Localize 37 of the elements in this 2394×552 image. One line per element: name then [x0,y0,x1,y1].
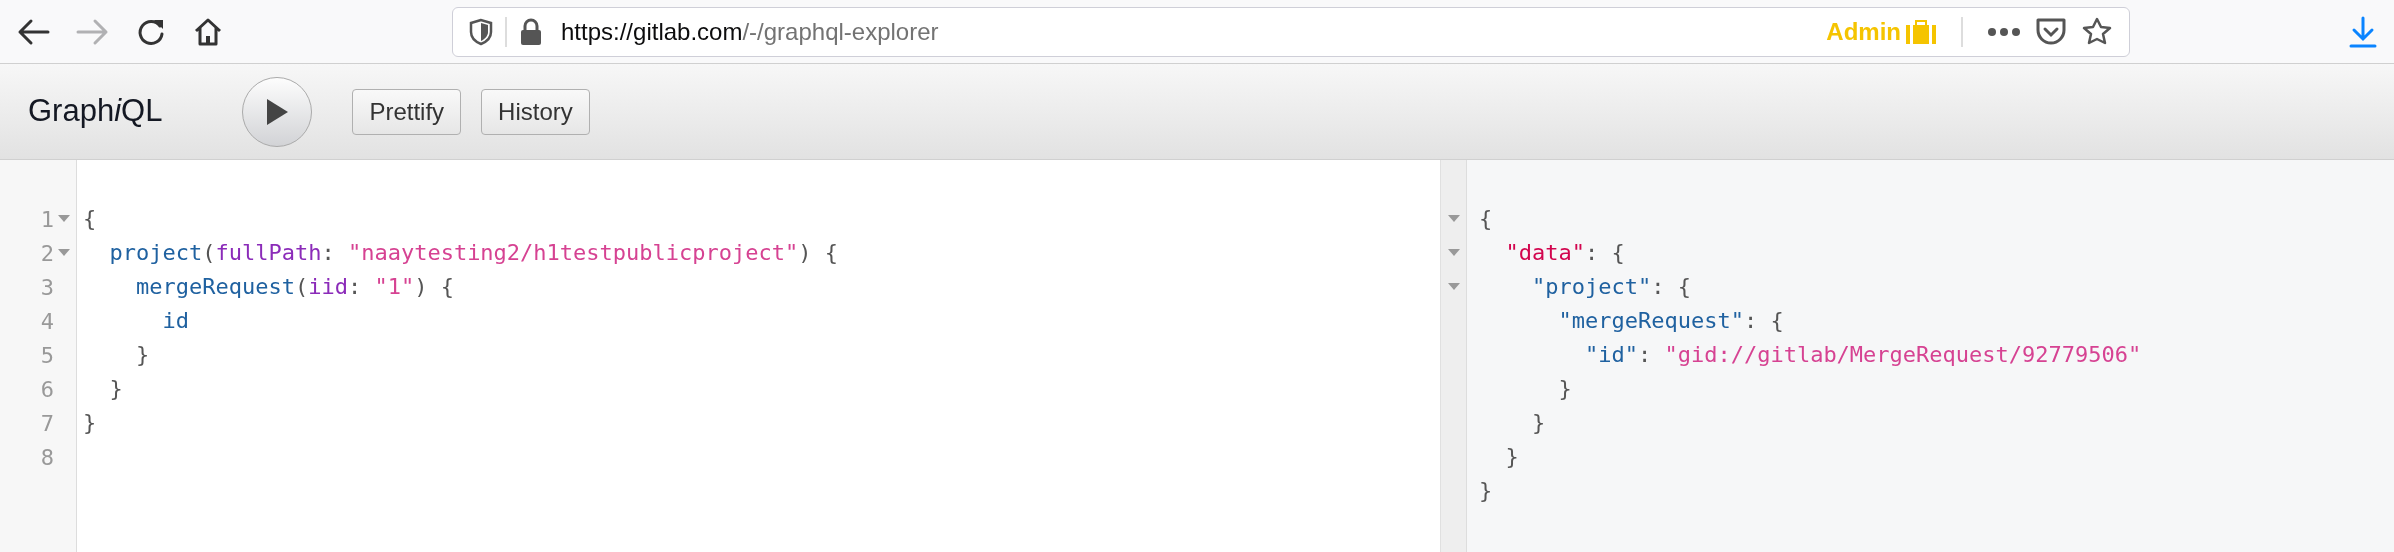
line-number: 7 [40,409,54,438]
code-line: "id": "gid://gitlab/MergeRequest/92779506" [1584,341,2142,369]
code-line: } [1505,443,1519,471]
url-text: https://gitlab.com/-/graphql-explorer [561,16,939,47]
line-number: 4 [40,307,54,336]
code-line: } [109,375,123,403]
more-icon[interactable] [1987,26,2021,37]
code-line: } [1531,409,1546,437]
line-number: 8 [40,443,54,472]
play-icon [265,97,290,126]
line-number: 1 [40,205,54,234]
app-title: GraphiQL [28,92,163,131]
code-line: } [135,341,150,369]
line-number: 3 [40,273,54,302]
pocket-icon[interactable] [2035,16,2067,47]
fold-arrow-icon[interactable] [57,248,71,258]
fold-arrow-icon[interactable] [57,214,71,224]
code-line: project(fullPath: "naaytesting2/h1testpublicproject") { [109,239,838,267]
code-line: "project": { [1531,273,1691,301]
code-line: } [1479,477,1493,505]
download-icon[interactable] [2348,15,2378,48]
code-line: "mergeRequest": { [1558,307,1784,335]
line-number: 2 [40,239,54,268]
code-line: } [1558,375,1572,403]
code-line: mergeRequest(iid: "1") { [135,273,454,301]
code-line: { [1479,205,1493,233]
code-line: { [83,205,97,233]
toolbar-button[interactable]: History [481,88,590,135]
code-line: id [162,307,189,335]
lock-icon[interactable] [519,17,543,46]
line-number: 6 [40,375,54,404]
line-number: 5 [40,341,54,370]
code-line: } [83,409,97,437]
code-line: "data": { [1505,239,1625,267]
shield-icon[interactable] [469,17,493,46]
address-bar[interactable]: https://gitlab.com/-/graphql-explorer Admin [452,6,2130,57]
toolbar-button[interactable]: Prettify [352,88,462,135]
